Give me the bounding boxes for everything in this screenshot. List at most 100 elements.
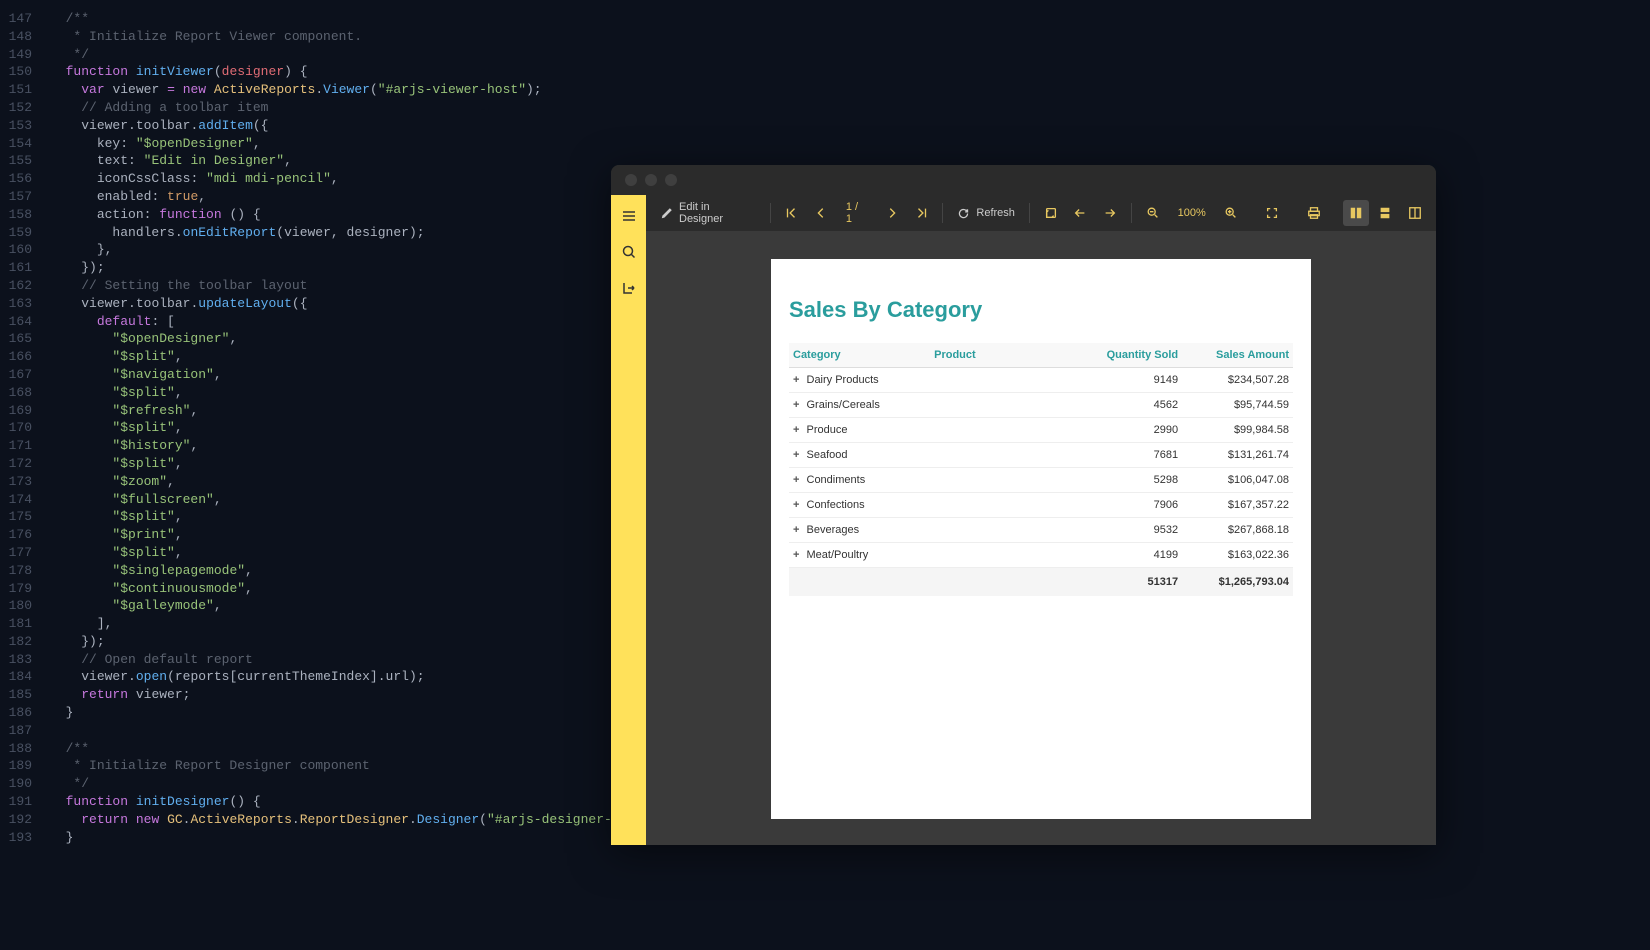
first-page-button[interactable] xyxy=(779,200,805,226)
history-prev-button[interactable] xyxy=(1068,200,1094,226)
viewer-toolbar: Edit in Designer 1 / 1 xyxy=(646,195,1436,231)
table-row[interactable]: + Confections7906$167,357.22 xyxy=(789,493,1293,518)
code-line[interactable]: 149 */ xyxy=(0,46,1650,64)
expand-icon[interactable]: + xyxy=(793,474,799,486)
edit-in-designer-button[interactable]: Edit in Designer xyxy=(654,201,762,225)
toolbar-separator xyxy=(942,203,943,223)
row-category: + Produce xyxy=(789,418,930,443)
refresh-button[interactable]: Refresh xyxy=(951,207,1021,220)
row-amount: $167,357.22 xyxy=(1182,493,1293,518)
zoom-in-button[interactable] xyxy=(1218,200,1244,226)
code-content[interactable]: /** xyxy=(50,10,1650,28)
total-qty: 51317 xyxy=(1081,568,1182,597)
report-title: Sales By Category xyxy=(789,297,1293,323)
code-content[interactable]: viewer.toolbar.addItem({ xyxy=(50,117,1650,135)
viewer-sidebar xyxy=(611,195,646,845)
line-number: 179 xyxy=(0,580,50,598)
next-page-button[interactable] xyxy=(879,200,905,226)
window-maximize-dot[interactable] xyxy=(665,174,677,186)
row-category: + Confections xyxy=(789,493,930,518)
code-content[interactable]: // Adding a toolbar item xyxy=(50,99,1650,117)
code-content[interactable]: * Initialize Report Viewer component. xyxy=(50,28,1650,46)
table-row[interactable]: + Beverages9532$267,868.18 xyxy=(789,518,1293,543)
line-number: 182 xyxy=(0,633,50,651)
expand-icon[interactable]: + xyxy=(793,499,799,511)
refresh-label: Refresh xyxy=(976,207,1015,219)
code-content[interactable]: function initViewer(designer) { xyxy=(50,63,1650,81)
print-button[interactable] xyxy=(1301,200,1327,226)
history-next-button[interactable] xyxy=(1097,200,1123,226)
report-viewer-window: Edit in Designer 1 / 1 xyxy=(611,165,1436,845)
expand-icon[interactable]: + xyxy=(793,524,799,536)
code-content[interactable]: */ xyxy=(50,46,1650,64)
col-amount: Sales Amount xyxy=(1182,343,1293,368)
galley-mode-button[interactable] xyxy=(1402,200,1428,226)
last-page-button[interactable] xyxy=(909,200,935,226)
continuous-mode-button[interactable] xyxy=(1373,200,1399,226)
code-line[interactable]: 147 /** xyxy=(0,10,1650,28)
row-qty: 9149 xyxy=(1081,368,1182,393)
row-product xyxy=(930,393,1081,418)
export-icon[interactable] xyxy=(620,279,638,297)
row-amount: $106,047.08 xyxy=(1182,468,1293,493)
table-row[interactable]: + Seafood7681$131,261.74 xyxy=(789,443,1293,468)
line-number: 170 xyxy=(0,419,50,437)
viewer-main: Edit in Designer 1 / 1 xyxy=(646,195,1436,845)
table-row[interactable]: + Grains/Cereals4562$95,744.59 xyxy=(789,393,1293,418)
code-line[interactable]: 150 function initViewer(designer) { xyxy=(0,63,1650,81)
code-line[interactable]: 153 viewer.toolbar.addItem({ xyxy=(0,117,1650,135)
row-qty: 2990 xyxy=(1081,418,1182,443)
row-product xyxy=(930,418,1081,443)
expand-icon[interactable]: + xyxy=(793,374,799,386)
single-page-mode-button[interactable] xyxy=(1343,200,1369,226)
expand-icon[interactable]: + xyxy=(793,399,799,411)
total-amount: $1,265,793.04 xyxy=(1182,568,1293,597)
line-number: 187 xyxy=(0,722,50,740)
prev-page-button[interactable] xyxy=(808,200,834,226)
code-line[interactable]: 151 var viewer = new ActiveReports.Viewe… xyxy=(0,81,1650,99)
code-line[interactable]: 152 // Adding a toolbar item xyxy=(0,99,1650,117)
expand-icon[interactable]: + xyxy=(793,449,799,461)
row-category: + Seafood xyxy=(789,443,930,468)
window-close-dot[interactable] xyxy=(625,174,637,186)
line-number: 177 xyxy=(0,544,50,562)
hamburger-icon[interactable] xyxy=(620,207,638,225)
zoom-out-button[interactable] xyxy=(1140,200,1166,226)
table-row[interactable]: + Dairy Products9149$234,507.28 xyxy=(789,368,1293,393)
search-icon[interactable] xyxy=(620,243,638,261)
window-minimize-dot[interactable] xyxy=(645,174,657,186)
table-row[interactable]: + Condiments5298$106,047.08 xyxy=(789,468,1293,493)
line-number: 150 xyxy=(0,63,50,81)
toolbar-separator xyxy=(1029,203,1030,223)
row-amount: $131,261.74 xyxy=(1182,443,1293,468)
expand-icon[interactable]: + xyxy=(793,549,799,561)
line-number: 190 xyxy=(0,775,50,793)
row-product xyxy=(930,468,1081,493)
row-amount: $267,868.18 xyxy=(1182,518,1293,543)
line-number: 168 xyxy=(0,384,50,402)
line-number: 171 xyxy=(0,437,50,455)
table-row[interactable]: + Meat/Poultry4199$163,022.36 xyxy=(789,543,1293,568)
col-product: Product xyxy=(930,343,1081,368)
table-header-row: Category Product Quantity Sold Sales Amo… xyxy=(789,343,1293,368)
code-line[interactable]: 154 key: "$openDesigner", xyxy=(0,135,1650,153)
line-number: 166 xyxy=(0,348,50,366)
line-number: 153 xyxy=(0,117,50,135)
code-line[interactable]: 148 * Initialize Report Viewer component… xyxy=(0,28,1650,46)
fullscreen-button[interactable] xyxy=(1259,200,1285,226)
code-content[interactable]: var viewer = new ActiveReports.Viewer("#… xyxy=(50,81,1650,99)
line-number: 186 xyxy=(0,704,50,722)
viewer-canvas[interactable]: Sales By Category Category Product Quant… xyxy=(646,231,1436,845)
line-number: 169 xyxy=(0,402,50,420)
code-content[interactable]: key: "$openDesigner", xyxy=(50,135,1650,153)
expand-icon[interactable]: + xyxy=(793,424,799,436)
row-category: + Grains/Cereals xyxy=(789,393,930,418)
line-number: 161 xyxy=(0,259,50,277)
row-amount: $99,984.58 xyxy=(1182,418,1293,443)
line-number: 174 xyxy=(0,491,50,509)
history-back-button[interactable] xyxy=(1038,200,1064,226)
pencil-icon xyxy=(660,207,673,220)
table-row[interactable]: + Produce 2990$99,984.58 xyxy=(789,418,1293,443)
line-number: 175 xyxy=(0,508,50,526)
line-number: 176 xyxy=(0,526,50,544)
